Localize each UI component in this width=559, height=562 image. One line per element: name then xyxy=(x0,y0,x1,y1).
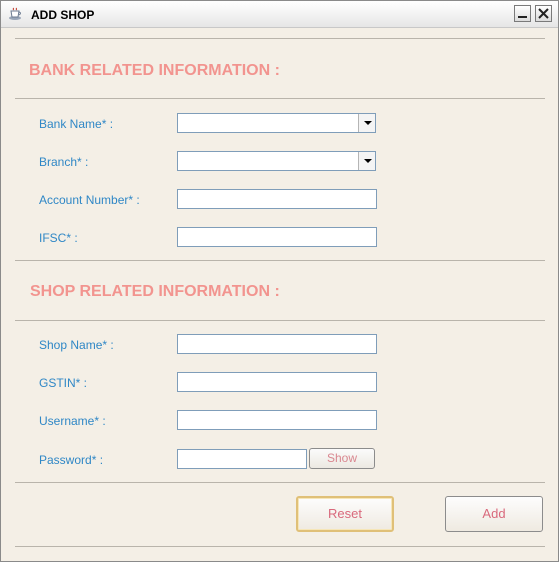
divider xyxy=(15,546,545,547)
shop-name-input[interactable] xyxy=(177,334,377,354)
shop-section-heading: SHOP RELATED INFORMATION : xyxy=(30,283,280,300)
bank-name-dropdown-button[interactable] xyxy=(358,114,375,132)
ifsc-input[interactable] xyxy=(177,227,377,247)
password-label: Password* : xyxy=(39,453,104,467)
divider xyxy=(15,38,545,39)
bank-name-dropdown[interactable] xyxy=(177,113,376,133)
divider xyxy=(15,98,545,99)
shop-name-label: Shop Name* : xyxy=(39,338,114,352)
username-label: Username* : xyxy=(39,414,106,428)
reset-button[interactable]: Reset xyxy=(296,496,394,532)
minimize-button[interactable] xyxy=(514,5,531,22)
add-shop-window: ADD SHOP BANK RELATED INFORMATION : Bank… xyxy=(0,0,559,562)
divider xyxy=(15,482,545,483)
chevron-down-icon xyxy=(364,159,372,163)
chevron-down-icon xyxy=(364,121,372,125)
branch-dropdown-button[interactable] xyxy=(358,152,375,170)
username-input[interactable] xyxy=(177,410,377,430)
divider xyxy=(15,260,545,261)
ifsc-label: IFSC* : xyxy=(39,231,78,245)
branch-label: Branch* : xyxy=(39,155,89,169)
close-icon xyxy=(538,8,549,19)
gstin-label: GSTIN* : xyxy=(39,376,88,390)
branch-dropdown[interactable] xyxy=(177,151,376,171)
minimize-icon xyxy=(518,16,527,18)
password-input[interactable] xyxy=(177,449,307,469)
window-title: ADD SHOP xyxy=(31,8,95,22)
title-bar: ADD SHOP xyxy=(1,1,558,28)
show-password-button[interactable]: Show xyxy=(309,448,375,469)
add-button[interactable]: Add xyxy=(445,496,543,532)
account-number-label: Account Number* : xyxy=(39,193,140,207)
close-button[interactable] xyxy=(535,5,552,22)
coffee-cup-icon xyxy=(9,7,21,20)
bank-section-heading: BANK RELATED INFORMATION : xyxy=(29,62,280,79)
divider xyxy=(15,320,545,321)
gstin-input[interactable] xyxy=(177,372,377,392)
bank-name-label: Bank Name* : xyxy=(39,117,114,131)
account-number-input[interactable] xyxy=(177,189,377,209)
